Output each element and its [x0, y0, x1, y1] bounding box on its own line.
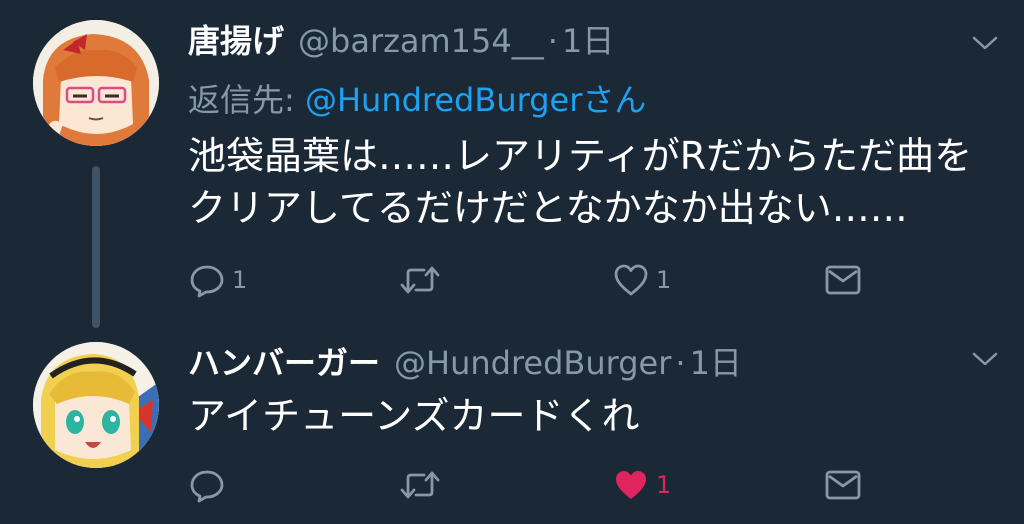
- like-count: 1: [656, 471, 672, 499]
- avatar[interactable]: [33, 342, 159, 468]
- tweet-header: ハンバーガー @HundredBurger · 1日: [188, 338, 742, 384]
- chevron-down-icon[interactable]: [970, 344, 1000, 374]
- direct-message-button[interactable]: [824, 260, 862, 300]
- tweet-text: 池袋晶葉は……レアリティがRだからただ曲を クリアしてるだけだとなかなか出ない……: [188, 130, 972, 234]
- display-name[interactable]: ハンバーガー: [188, 338, 380, 384]
- retweet-icon: [400, 266, 440, 294]
- avatar[interactable]: [33, 20, 159, 146]
- avatar-image: [33, 20, 159, 146]
- comment-icon: [190, 265, 224, 298]
- avatar-image: [33, 342, 159, 468]
- envelope-icon: [825, 470, 861, 500]
- reply-button[interactable]: [188, 465, 232, 505]
- reply-to: 返信先: @HundredBurgerさん: [188, 75, 646, 121]
- tweet[interactable]: ハンバーガー @HundredBurger · 1日 アイチューンズカードくれ: [0, 330, 1024, 524]
- reply-to-label: 返信先:: [188, 81, 295, 119]
- tweet-text-line: クリアしてるだけだとなかなか出ない……: [188, 186, 908, 230]
- tweet[interactable]: 唐揚げ @barzam154__ · 1日 返信先: @HundredBurge…: [0, 0, 1024, 330]
- thread-line: [92, 166, 100, 328]
- direct-message-button[interactable]: [824, 465, 862, 505]
- like-button[interactable]: 1: [612, 465, 671, 505]
- like-button[interactable]: 1: [612, 260, 671, 300]
- action-bar: 1 1: [0, 260, 1024, 300]
- user-handle[interactable]: @barzam154__: [298, 22, 544, 60]
- display-name[interactable]: 唐揚げ: [188, 16, 284, 62]
- retweet-icon: [400, 471, 440, 499]
- user-handle[interactable]: @HundredBurger: [394, 344, 671, 382]
- heart-outline-icon: [614, 264, 648, 296]
- tweet-text-line: アイチューンズカードくれ: [188, 394, 640, 438]
- like-count: 1: [656, 266, 672, 294]
- heart-filled-icon: [616, 471, 646, 499]
- retweet-button[interactable]: [398, 260, 448, 300]
- tweet-header: 唐揚げ @barzam154__ · 1日: [188, 16, 614, 62]
- tweet-text: アイチューンズカードくれ: [188, 390, 639, 442]
- separator: ·: [675, 344, 686, 382]
- reply-button[interactable]: 1: [188, 260, 247, 300]
- reply-count: 1: [232, 266, 248, 294]
- separator: ·: [547, 22, 558, 60]
- tweet-text-line: 池袋晶葉は……レアリティがRだからただ曲を: [188, 134, 973, 178]
- retweet-button[interactable]: [398, 465, 448, 505]
- timestamp[interactable]: 1日: [690, 338, 742, 384]
- chevron-down-icon[interactable]: [970, 28, 1000, 58]
- comment-icon: [190, 470, 224, 503]
- reply-to-mention[interactable]: @HundredBurgerさん: [305, 81, 646, 119]
- action-bar: 1: [0, 465, 1024, 505]
- envelope-icon: [825, 265, 861, 295]
- timestamp[interactable]: 1日: [562, 16, 614, 62]
